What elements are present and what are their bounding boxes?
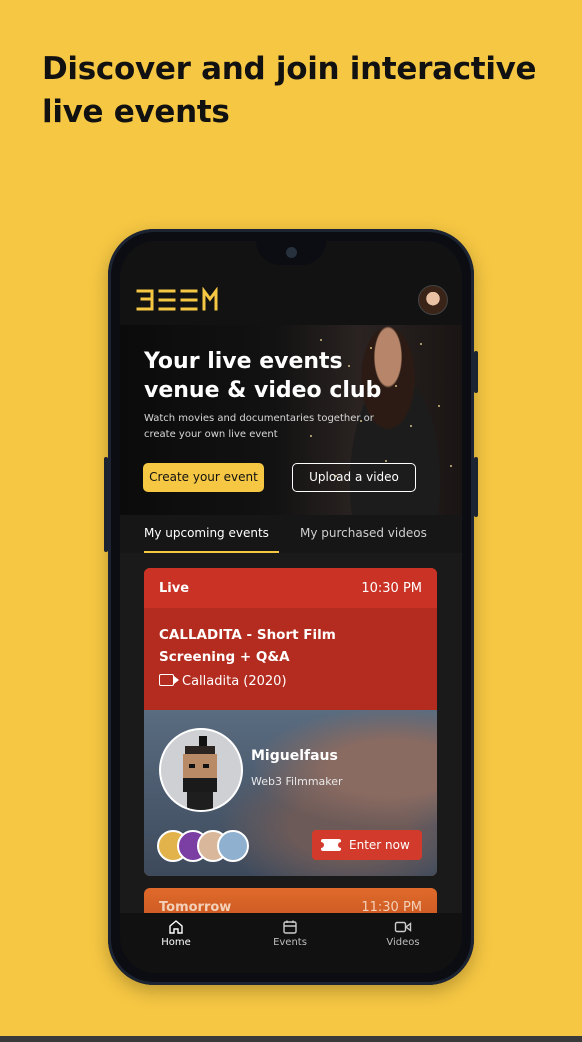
calendar-icon	[283, 920, 297, 934]
event-time: 10:30 PM	[361, 581, 422, 596]
promo-headline: Discover and join interactive live event…	[42, 51, 537, 130]
upload-video-button[interactable]: Upload a video	[292, 463, 416, 492]
tab-purchased-videos[interactable]: My purchased videos	[300, 526, 427, 540]
attendee-avatar	[217, 830, 249, 862]
nav-videos-label: Videos	[386, 937, 420, 948]
hero-subtitle: Watch movies and documentaries together …	[144, 413, 374, 440]
tab-upcoming-events[interactable]: My upcoming events	[144, 526, 269, 540]
event-film: Calladita (2020)	[159, 674, 287, 689]
nav-videos[interactable]: Videos	[363, 919, 443, 948]
phone-mockup: Your live events venue & video club Watc…	[104, 229, 478, 985]
host-name: Miguelfaus	[251, 748, 338, 764]
page-bottom-edge	[0, 1036, 582, 1042]
host-avatar[interactable]	[159, 728, 243, 812]
home-icon	[169, 920, 183, 934]
phone-side-button-right	[474, 457, 478, 517]
event-card-live[interactable]: Live 10:30 PM CALLADITA - Short Film Scr…	[144, 568, 437, 876]
host-role: Web3 Filmmaker	[251, 775, 343, 788]
enter-now-button[interactable]: Enter now	[312, 830, 422, 860]
hero-banner: Your live events venue & video club Watc…	[120, 325, 462, 515]
phone-screen: Your live events venue & video club Watc…	[120, 241, 462, 973]
phone-notch	[256, 241, 326, 265]
event-card-info: CALLADITA - Short Film Screening + Q&A C…	[144, 608, 437, 710]
event-title: CALLADITA - Short Film Screening + Q&A	[159, 627, 336, 665]
pixel-avatar-icon	[183, 736, 217, 810]
event-film-label: Calladita (2020)	[182, 674, 287, 689]
video-camera-icon	[394, 921, 412, 933]
enter-now-label: Enter now	[349, 838, 410, 852]
events-tabs: My upcoming events My purchased videos	[120, 515, 462, 553]
beem-logo[interactable]	[136, 287, 218, 313]
nav-home-label: Home	[161, 937, 191, 948]
phone-side-button-right-top	[474, 351, 478, 393]
events-feed[interactable]: Live 10:30 PM CALLADITA - Short Film Scr…	[120, 553, 462, 928]
bottom-navigation: Home Events Videos	[120, 913, 462, 973]
front-camera	[286, 247, 297, 258]
hero-title: Your live events venue & video club	[144, 349, 382, 403]
attendee-avatars[interactable]	[157, 830, 267, 862]
nav-events[interactable]: Events	[250, 919, 330, 948]
nav-events-label: Events	[273, 937, 307, 948]
ticket-icon	[318, 839, 344, 851]
app-header	[120, 241, 462, 325]
create-event-button[interactable]: Create your event	[143, 463, 264, 492]
event-card-image: Miguelfaus Web3 Filmmaker Enter now	[144, 710, 437, 876]
event-card-header: Live 10:30 PM	[144, 568, 437, 608]
event-status-badge: Live	[159, 581, 190, 596]
video-camera-icon	[159, 674, 179, 686]
phone-side-button-left	[104, 457, 108, 552]
nav-home[interactable]: Home	[136, 919, 216, 948]
profile-avatar[interactable]	[418, 285, 448, 315]
